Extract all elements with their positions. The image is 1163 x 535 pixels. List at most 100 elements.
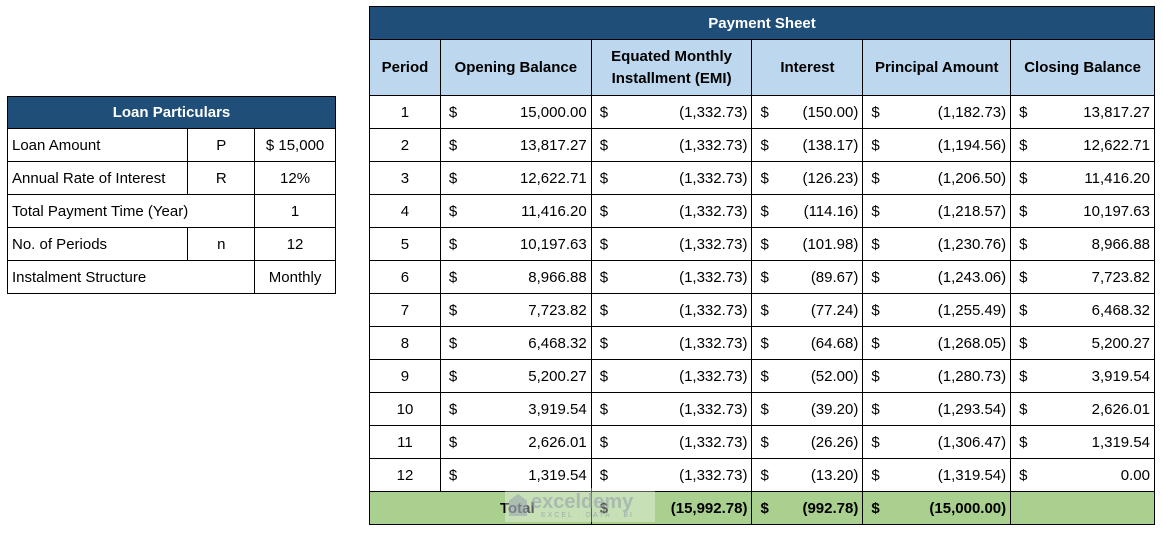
- opening-balance-cell-value: 6,468.32: [528, 334, 587, 352]
- principal-cell-value: (1,280.73): [937, 367, 1007, 385]
- interest-cell: $ (52.00): [751, 359, 864, 393]
- principal-cell-value: (1,268.05): [937, 334, 1007, 352]
- loan-symbol: n: [187, 227, 256, 261]
- closing-balance-cell-value: 2,626.01: [1091, 400, 1150, 418]
- total-closing-cell: [1010, 491, 1155, 525]
- table-row: 8 $6,468.32 $ (1,332.73) $ (64.68) $ (1,268.05)…: [369, 326, 1155, 360]
- currency-symbol: $: [448, 400, 458, 418]
- principal-cell-value: (1,182.73): [937, 103, 1007, 121]
- currency-symbol: $: [760, 235, 769, 253]
- principal-cell: $ (1,306.47): [862, 425, 1012, 459]
- interest-cell: $ (77.24): [751, 293, 864, 327]
- principal-cell-value: (1,243.06): [937, 268, 1007, 286]
- closing-balance-cell-value: 5,200.27: [1091, 334, 1150, 352]
- currency-symbol: $: [448, 136, 458, 154]
- closing-balance-cell: $6,468.32: [1010, 293, 1155, 327]
- currency-symbol: $: [448, 334, 458, 352]
- table-row: 4 $11,416.20 $ (1,332.73) $ (114.16) $ (1,218.5…: [369, 194, 1155, 228]
- total-row: Total $ (15,992.78) $ (992.78) $ (15,000.00): [369, 491, 1155, 525]
- opening-balance-cell-value: 11,416.20: [521, 202, 587, 220]
- currency-symbol: $: [871, 136, 880, 154]
- currency-symbol: $: [1019, 367, 1028, 385]
- currency-symbol: $: [599, 136, 609, 154]
- interest-cell-value: (52.00): [810, 367, 859, 385]
- payment-sheet-title: Payment Sheet: [369, 6, 1155, 40]
- closing-balance-cell: $2,626.01: [1010, 392, 1155, 426]
- closing-balance-cell: $13,817.27: [1010, 95, 1155, 129]
- column-header: Interest: [751, 39, 864, 96]
- currency-symbol: $: [871, 301, 880, 319]
- principal-cell: $ (1,293.54): [862, 392, 1012, 426]
- closing-balance-cell: $5,200.27: [1010, 326, 1155, 360]
- emi-cell-value: (1,332.73): [679, 268, 748, 286]
- opening-balance-cell: $10,197.63: [439, 227, 592, 261]
- currency-symbol: $: [760, 136, 769, 154]
- emi-cell-value: (1,332.73): [679, 169, 748, 187]
- principal-cell: $ (1,280.73): [862, 359, 1012, 393]
- principal-cell: $ (1,206.50): [862, 161, 1012, 195]
- emi-cell-value: (1,332.73): [679, 103, 748, 121]
- closing-balance-cell-value: 3,919.54: [1091, 367, 1150, 385]
- currency-symbol: $: [448, 268, 458, 286]
- column-header: Equated Monthly Installment (EMI): [590, 39, 753, 96]
- table-row: 12 $1,319.54 $ (1,332.73) $ (13.20) $ (1,319.54…: [369, 458, 1155, 492]
- closing-balance-cell-value: 11,416.20: [1084, 169, 1150, 187]
- currency-symbol: $: [871, 235, 880, 253]
- opening-balance-cell: $13,817.27: [439, 128, 592, 162]
- currency-symbol: $: [1019, 466, 1028, 484]
- period-cell: 11: [369, 425, 441, 459]
- currency-symbol: $: [448, 169, 458, 187]
- currency-symbol: $: [1019, 433, 1028, 451]
- emi-cell: $ (1,332.73): [590, 227, 753, 261]
- opening-balance-cell: $3,919.54: [439, 392, 592, 426]
- currency-symbol: $: [1019, 202, 1028, 220]
- loan-value: $ 15,000: [254, 128, 336, 162]
- period-cell: 8: [369, 326, 441, 360]
- table-row: 3 $12,622.71 $ (1,332.73) $ (126.23) $ (1,206.5…: [369, 161, 1155, 195]
- closing-balance-cell-value: 6,468.32: [1091, 301, 1150, 319]
- currency-symbol: $: [599, 202, 609, 220]
- currency-symbol: $: [760, 433, 769, 451]
- closing-balance-cell: $8,966.88: [1010, 227, 1155, 261]
- currency-symbol: $: [760, 268, 769, 286]
- currency-symbol: $: [448, 367, 458, 385]
- principal-cell: $ (1,268.05): [862, 326, 1012, 360]
- loan-value: 12: [254, 227, 336, 261]
- loan-particulars-title: Loan Particulars: [7, 96, 336, 129]
- currency-symbol: $: [760, 301, 769, 319]
- emi-cell: $ (1,332.73): [590, 95, 753, 129]
- closing-balance-cell: $0.00: [1010, 458, 1155, 492]
- currency-symbol: $: [599, 169, 609, 187]
- currency-symbol: $: [871, 433, 880, 451]
- currency-symbol: $: [448, 235, 458, 253]
- column-header: Closing Balance: [1010, 39, 1155, 96]
- currency-symbol: $: [1019, 169, 1028, 187]
- opening-balance-cell-value: 10,197.63: [519, 235, 587, 253]
- table-row: 1 $15,000.00 $ (1,332.73) $ (150.00) $ (1,182.7…: [369, 95, 1155, 129]
- closing-balance-cell-value: 0.00: [1120, 466, 1150, 484]
- total-principal-cell-value: (15,000.00): [929, 499, 1007, 517]
- currency-symbol: $: [448, 103, 458, 121]
- total-principal-cell: $ (15,000.00): [862, 491, 1012, 525]
- currency-symbol: $: [760, 103, 769, 121]
- opening-balance-cell-value: 3,919.54: [528, 400, 587, 418]
- currency-symbol: $: [871, 202, 880, 220]
- opening-balance-cell: $7,723.82: [439, 293, 592, 327]
- closing-balance-cell: $7,723.82: [1010, 260, 1155, 294]
- interest-cell: $ (64.68): [751, 326, 864, 360]
- interest-cell-value: (138.17): [802, 136, 859, 154]
- principal-cell: $ (1,230.76): [862, 227, 1012, 261]
- loan-row: Instalment Structure Monthly: [6, 260, 336, 294]
- period-cell: 12: [369, 458, 441, 492]
- principal-cell: $ (1,255.49): [862, 293, 1012, 327]
- principal-cell-value: (1,230.76): [937, 235, 1007, 253]
- emi-cell: $ (1,332.73): [590, 359, 753, 393]
- table-row: 2 $13,817.27 $ (1,332.73) $ (138.17) $ (1,194.5…: [369, 128, 1155, 162]
- currency-symbol: $: [599, 103, 609, 121]
- closing-balance-cell-value: 1,319.54: [1091, 433, 1150, 451]
- closing-balance-cell-value: 7,723.82: [1091, 268, 1150, 286]
- table-row: 7 $7,723.82 $ (1,332.73) $ (77.24) $ (1,255.49)…: [369, 293, 1155, 327]
- closing-balance-cell: $1,319.54: [1010, 425, 1155, 459]
- emi-cell-value: (1,332.73): [679, 235, 748, 253]
- interest-cell-value: (77.24): [810, 301, 859, 319]
